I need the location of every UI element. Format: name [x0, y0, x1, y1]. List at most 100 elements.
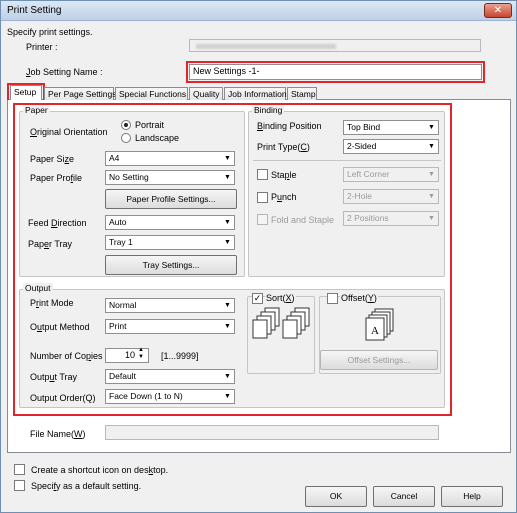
staple-select[interactable]: Left Corner ▼ — [343, 167, 439, 182]
tab-job-information[interactable]: Job Information — [224, 87, 287, 100]
output-method-select[interactable]: Print ▼ — [105, 319, 235, 334]
print-type-select[interactable]: 2-Sided ▼ — [343, 139, 439, 154]
default-setting-checkbox[interactable] — [14, 480, 25, 491]
default-setting-label: Specify as a default setting. — [31, 481, 142, 491]
paper-size-value: A4 — [109, 153, 120, 163]
fold-staple-label: Fold and Staple — [271, 215, 335, 225]
output-group-title: Output — [23, 283, 53, 293]
chevron-down-icon: ▼ — [428, 215, 435, 222]
cancel-button[interactable]: Cancel — [373, 486, 435, 507]
fold-staple-select[interactable]: 2 Positions ▼ — [343, 211, 439, 226]
punch-label: Punch — [271, 192, 297, 202]
landscape-label: Landscape — [135, 133, 180, 143]
chevron-down-icon: ▼ — [224, 302, 231, 309]
title-bar: Print Setting ✕ — [1, 1, 516, 21]
paper-profile-settings-button[interactable]: Paper Profile Settings... — [105, 189, 237, 209]
sort-checkbox[interactable]: ✓ — [252, 293, 263, 304]
output-method-label: Output Method — [30, 322, 90, 332]
tab-special-functions[interactable]: Special Functions — [115, 87, 188, 100]
help-button[interactable]: Help — [441, 486, 503, 507]
output-order-label: Output Order(Q) — [30, 393, 96, 403]
binding-position-select[interactable]: Top Bind ▼ — [343, 120, 439, 135]
fold-staple-value: 2 Positions — [347, 213, 389, 223]
paper-tray-value: Tray 1 — [109, 237, 133, 247]
instruction-text: Specify print settings. — [7, 27, 93, 37]
shortcut-label: Create a shortcut icon on desktop. — [31, 465, 169, 475]
chevron-down-icon: ▼ — [428, 171, 435, 178]
offset-stack-icon: A — [365, 308, 394, 341]
orientation-label: Original Orientation — [30, 127, 108, 137]
portrait-label: Portrait — [135, 120, 165, 130]
shortcut-checkbox[interactable] — [14, 464, 25, 475]
output-order-value: Face Down (1 to N) — [109, 391, 183, 401]
feed-direction-select[interactable]: Auto ▼ — [105, 215, 235, 230]
offset-checkbox[interactable] — [327, 293, 338, 304]
chevron-down-icon: ▼ — [224, 174, 231, 181]
punch-select[interactable]: 2-Hole ▼ — [343, 189, 439, 204]
paper-group-title: Paper — [23, 105, 50, 115]
landscape-radio[interactable] — [121, 133, 131, 143]
chevron-down-icon: ▼ — [224, 219, 231, 226]
feed-direction-value: Auto — [109, 217, 127, 227]
paper-profile-value: No Setting — [109, 172, 149, 182]
chevron-down-icon: ▼ — [224, 155, 231, 162]
close-button[interactable]: ✕ — [484, 3, 512, 18]
print-type-value: 2-Sided — [347, 141, 377, 151]
output-method-value: Print — [109, 321, 127, 331]
tab-stamp[interactable]: Stamp — [287, 87, 317, 100]
job-setting-input[interactable]: New Settings -1- — [189, 64, 482, 80]
print-setting-dialog: Print Setting ✕ Specify print settings. … — [0, 0, 517, 513]
staple-checkbox[interactable] — [257, 169, 268, 180]
copies-range: [1...9999] — [161, 351, 199, 361]
tab-per-page-settings[interactable]: Per Page Settings — [44, 87, 117, 100]
paper-profile-label: Paper Profile — [30, 173, 83, 183]
print-mode-select[interactable]: Normal ▼ — [105, 298, 235, 313]
output-tray-value: Default — [109, 371, 136, 381]
window-title: Print Setting — [7, 5, 62, 16]
chevron-down-icon: ▼ — [428, 124, 435, 131]
tray-settings-button[interactable]: Tray Settings... — [105, 255, 237, 275]
fold-staple-checkbox[interactable] — [257, 214, 268, 225]
binding-group-title: Binding — [252, 105, 285, 115]
binding-divider — [253, 160, 441, 161]
copies-label: Number of Copies — [30, 351, 103, 361]
printer-label: Printer : — [26, 42, 58, 52]
job-setting-label: Job Setting Name : — [26, 67, 103, 77]
chevron-down-icon: ▼ — [428, 193, 435, 200]
sort-icon — [252, 307, 310, 339]
binding-position-value: Top Bind — [347, 122, 381, 132]
file-name-label: File Name(W) — [30, 429, 86, 439]
ok-button[interactable]: OK — [305, 486, 367, 507]
punch-value: 2-Hole — [347, 191, 373, 201]
sort-label: Sort(X) — [265, 293, 296, 303]
svg-text:A: A — [371, 325, 379, 337]
tab-quality[interactable]: Quality — [189, 87, 223, 100]
printer-field — [189, 39, 481, 52]
offset-label: Offset(Y) — [340, 293, 378, 303]
output-tray-label: Output Tray — [30, 372, 78, 382]
output-order-select[interactable]: Face Down (1 to N) ▼ — [105, 389, 235, 404]
output-tray-select[interactable]: Default ▼ — [105, 369, 235, 384]
printer-name-blurred — [196, 44, 336, 49]
paper-size-select[interactable]: A4 ▼ — [105, 151, 235, 166]
portrait-radio[interactable] — [121, 120, 131, 130]
chevron-down-icon: ▼ — [224, 393, 231, 400]
print-mode-label: Print Mode — [30, 298, 74, 308]
chevron-down-icon: ▼ — [224, 373, 231, 380]
print-type-label: Print Type(C) — [257, 142, 310, 152]
paper-tray-select[interactable]: Tray 1 ▼ — [105, 235, 235, 250]
copies-spinner[interactable]: ▲ ▼ — [138, 347, 144, 361]
paper-size-label: Paper Size — [30, 154, 75, 164]
chevron-down-icon: ▼ — [224, 323, 231, 330]
file-name-input[interactable] — [105, 425, 439, 440]
chevron-down-icon: ▼ — [224, 239, 231, 246]
paper-profile-select[interactable]: No Setting ▼ — [105, 170, 235, 185]
offset-settings-button[interactable]: Offset Settings... — [320, 350, 438, 370]
punch-checkbox[interactable] — [257, 192, 268, 203]
binding-position-label: Binding Position — [257, 121, 322, 131]
paper-tray-label: Paper Tray — [28, 239, 73, 249]
feed-direction-label: Feed Direction — [28, 218, 87, 228]
staple-label: Staple — [271, 170, 297, 180]
print-mode-value: Normal — [109, 300, 137, 310]
staple-value: Left Corner — [347, 169, 390, 179]
